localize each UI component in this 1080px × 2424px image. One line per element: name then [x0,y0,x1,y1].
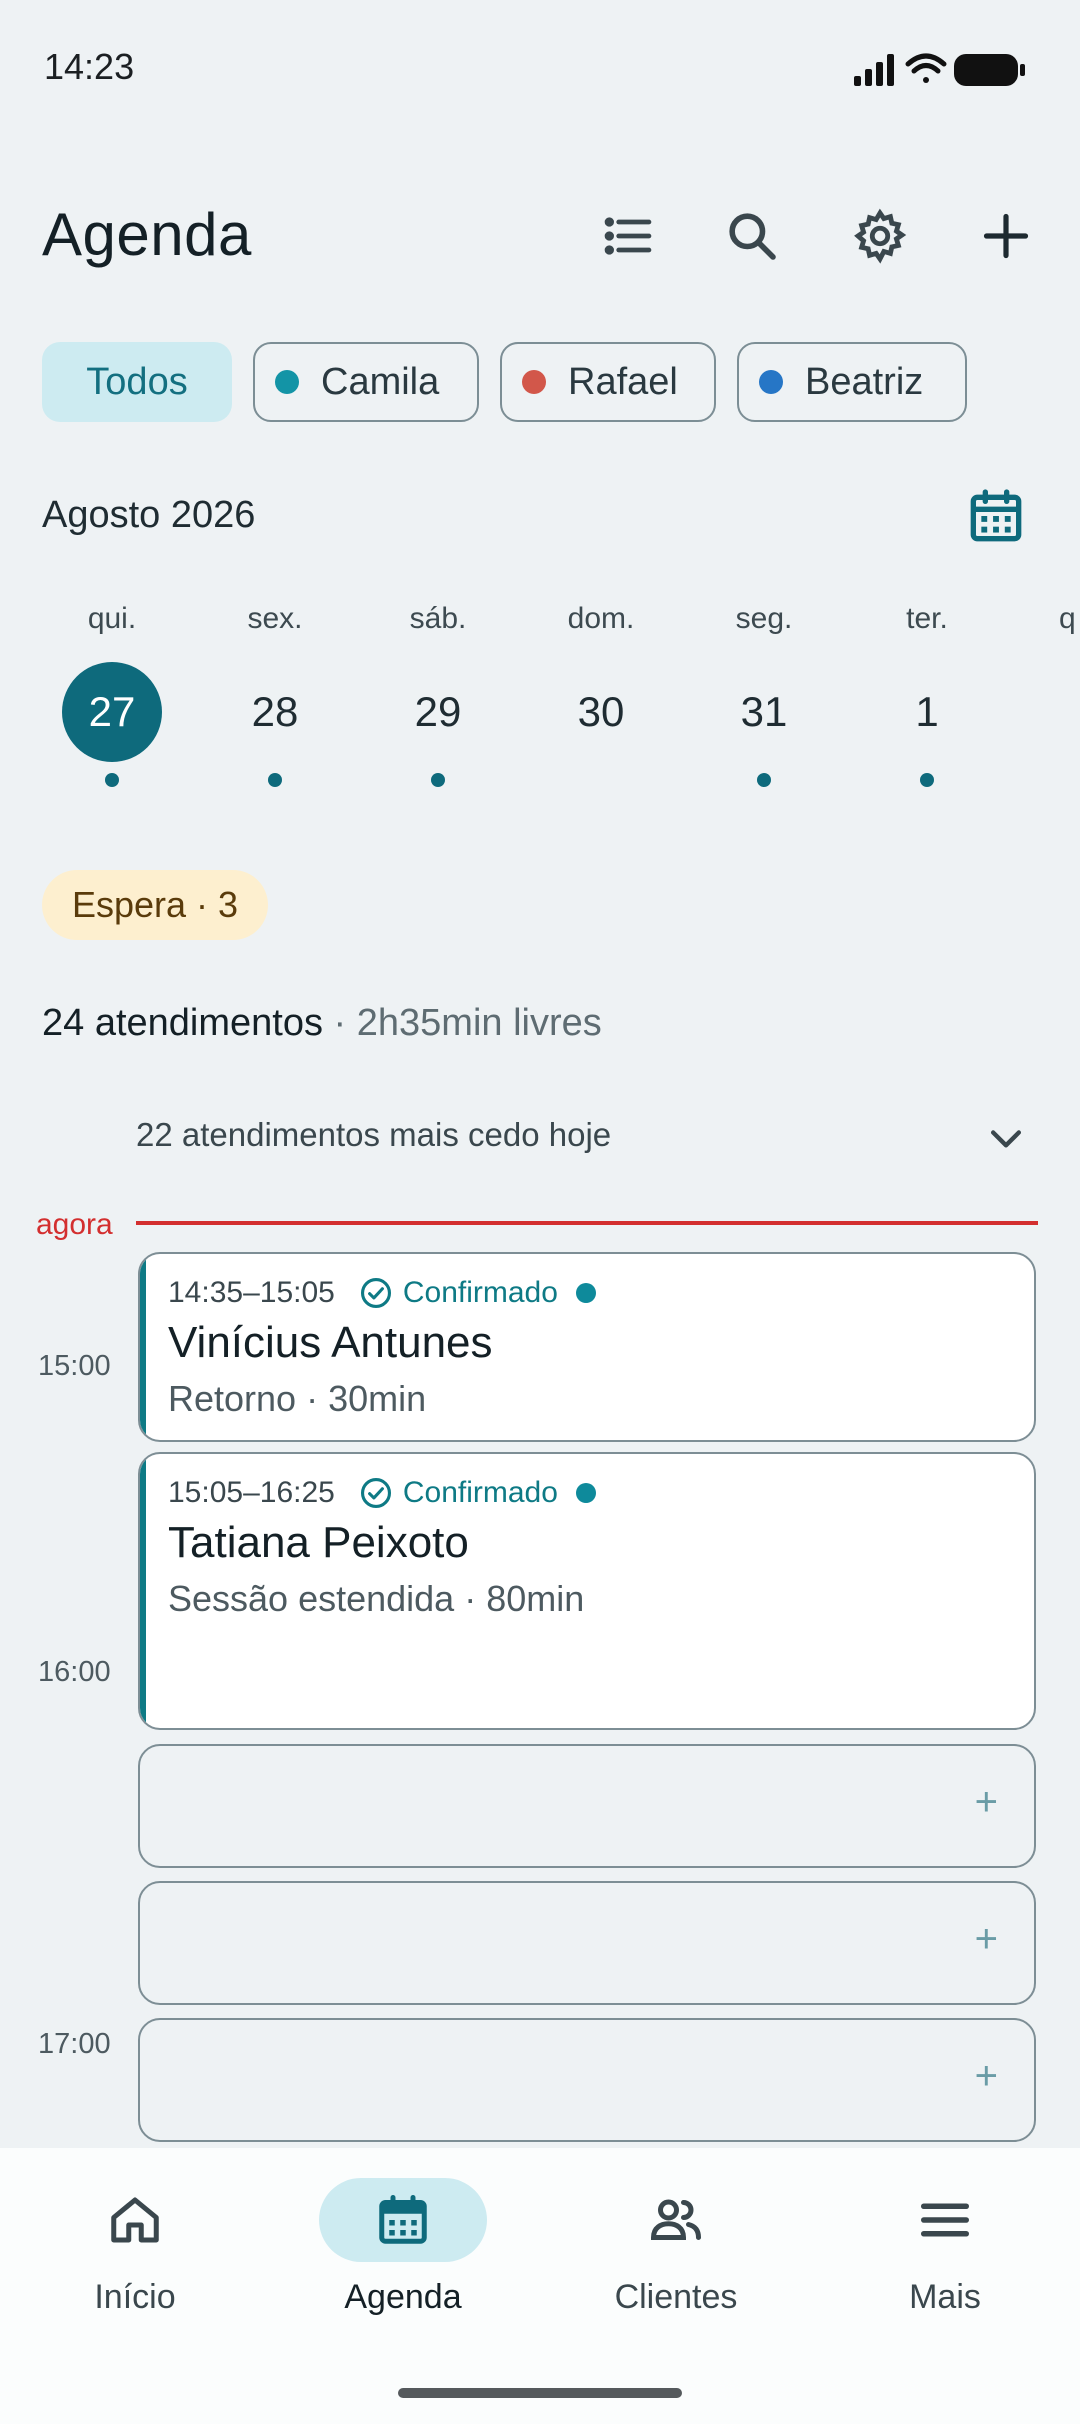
appointment-time: 15:05–16:25 [168,1476,335,1509]
weekday-label: ter. [906,602,948,635]
weekday-label: sex. [247,602,303,635]
calendar-picker-button[interactable] [964,484,1028,548]
nav-label: Início [94,2278,176,2316]
filter-chip-camila[interactable]: Camila [253,342,479,422]
hour-label: 17:00 [38,2028,111,2060]
weekday-label: q [1059,602,1076,635]
bottom-nav: Início Agenda Clientes Mais [0,2148,1080,2424]
nav-item-mais[interactable]: Mais [810,2148,1080,2348]
appointment-count: 24 atendimentos [42,1002,323,1044]
empty-slot[interactable]: + [138,1744,1036,1868]
provider-color-bar [140,1454,146,1728]
appointment-status: Confirmado [402,1476,558,1509]
waiting-badge[interactable]: Espera · 3 [42,870,268,940]
appointment-meta: 15:05–16:25 Confirmado [168,1476,596,1510]
nav-item-clientes[interactable]: Clientes [541,2148,811,2348]
day-31[interactable]: 31 [714,662,814,762]
chip-label: Todos [86,360,188,403]
day-29[interactable]: 29 [388,662,488,762]
client-name: Tatiana Peixoto [168,1518,469,1567]
nav-item-inicio[interactable]: Início [0,2148,270,2348]
nav-item-agenda[interactable]: Agenda [268,2148,538,2348]
now-indicator-line [136,1221,1038,1225]
earlier-appointments-toggle[interactable]: 22 atendimentos mais cedo hoje [136,1116,611,1154]
weekday-label: sáb. [409,602,467,635]
chip-label: Rafael [568,360,678,403]
event-dot [268,773,282,787]
calendar-icon [970,489,1022,542]
wifi-icon [905,53,947,83]
nav-label: Agenda [344,2278,462,2316]
free-time: · 2h35min livres [322,1002,602,1044]
check-circle-icon [360,1277,391,1309]
hour-label: 15:00 [38,1350,111,1382]
nav-label: Clientes [614,2278,738,2316]
add-slot-icon: + [974,2054,998,2098]
day-27[interactable]: 27 [62,662,162,762]
search-icon [729,213,776,260]
event-dot [431,773,445,787]
color-dot [522,370,546,394]
weekday-label: dom. [567,602,635,635]
service-detail: Retorno · 30min [168,1378,427,1419]
appointment-meta: 14:35–15:05 Confirmado [168,1276,596,1310]
provider-dot [575,1283,596,1303]
battery-icon [954,54,1025,86]
add-appointment-button[interactable] [970,200,1042,272]
appointment-time: 14:35–15:05 [168,1276,335,1309]
day-summary: 24 atendimentos · 2h35min livres [42,1002,602,1045]
now-label: agora [36,1208,113,1241]
chip-label: Camila [321,360,440,403]
home-indicator [398,2388,682,2398]
add-icon [983,213,1029,259]
expand-button[interactable] [984,1116,1028,1160]
day-1[interactable]: 1 [877,662,977,762]
day-30[interactable]: 30 [551,662,651,762]
empty-slot[interactable]: + [138,1881,1036,2005]
month-label: Agosto 2026 [42,494,256,536]
people-icon [650,2199,701,2240]
home-icon [111,2197,159,2243]
provider-dot [575,1483,596,1503]
signal-icon [854,54,894,86]
calendar-icon [379,2195,427,2244]
appointment-status: Confirmado [402,1276,558,1309]
hour-label: 16:00 [38,1656,111,1688]
chevron-down-icon [990,1130,1022,1148]
day-28[interactable]: 28 [225,662,325,762]
settings-button[interactable] [844,200,916,272]
weekday-label: qui. [87,602,137,635]
weekday-label: seg. [735,602,793,635]
filter-chip-rafael[interactable]: Rafael [500,342,716,422]
event-dot [920,773,934,787]
color-dot [759,370,783,394]
list-icon [604,217,652,255]
page-title: Agenda [42,201,252,268]
list-view-button[interactable] [592,200,664,272]
appointment-card[interactable]: 14:35–15:05 Confirmado Vinícius Antunes … [138,1252,1036,1442]
waiting-label: Espera · 3 [71,884,239,925]
search-button[interactable] [716,200,788,272]
status-icons [840,50,1040,90]
color-dot [275,370,299,394]
menu-icon [921,2203,969,2237]
event-dot [105,773,119,787]
filter-chip-todos[interactable]: Todos [42,342,232,422]
chip-label: Beatriz [805,360,924,403]
empty-slot[interactable]: + [138,2018,1036,2142]
settings-icon [854,208,907,264]
provider-color-bar [140,1254,146,1440]
filter-chip-beatriz[interactable]: Beatriz [737,342,967,422]
service-detail: Sessão estendida · 80min [168,1578,585,1619]
nav-label: Mais [909,2278,981,2316]
add-slot-icon: + [974,1917,998,1961]
client-name: Vinícius Antunes [168,1318,493,1367]
status-time: 14:23 [44,46,135,87]
add-slot-icon: + [974,1780,998,1824]
event-dot [757,773,771,787]
check-circle-icon [360,1477,391,1509]
appointment-card[interactable]: 15:05–16:25 Confirmado Tatiana Peixoto S… [138,1452,1036,1730]
